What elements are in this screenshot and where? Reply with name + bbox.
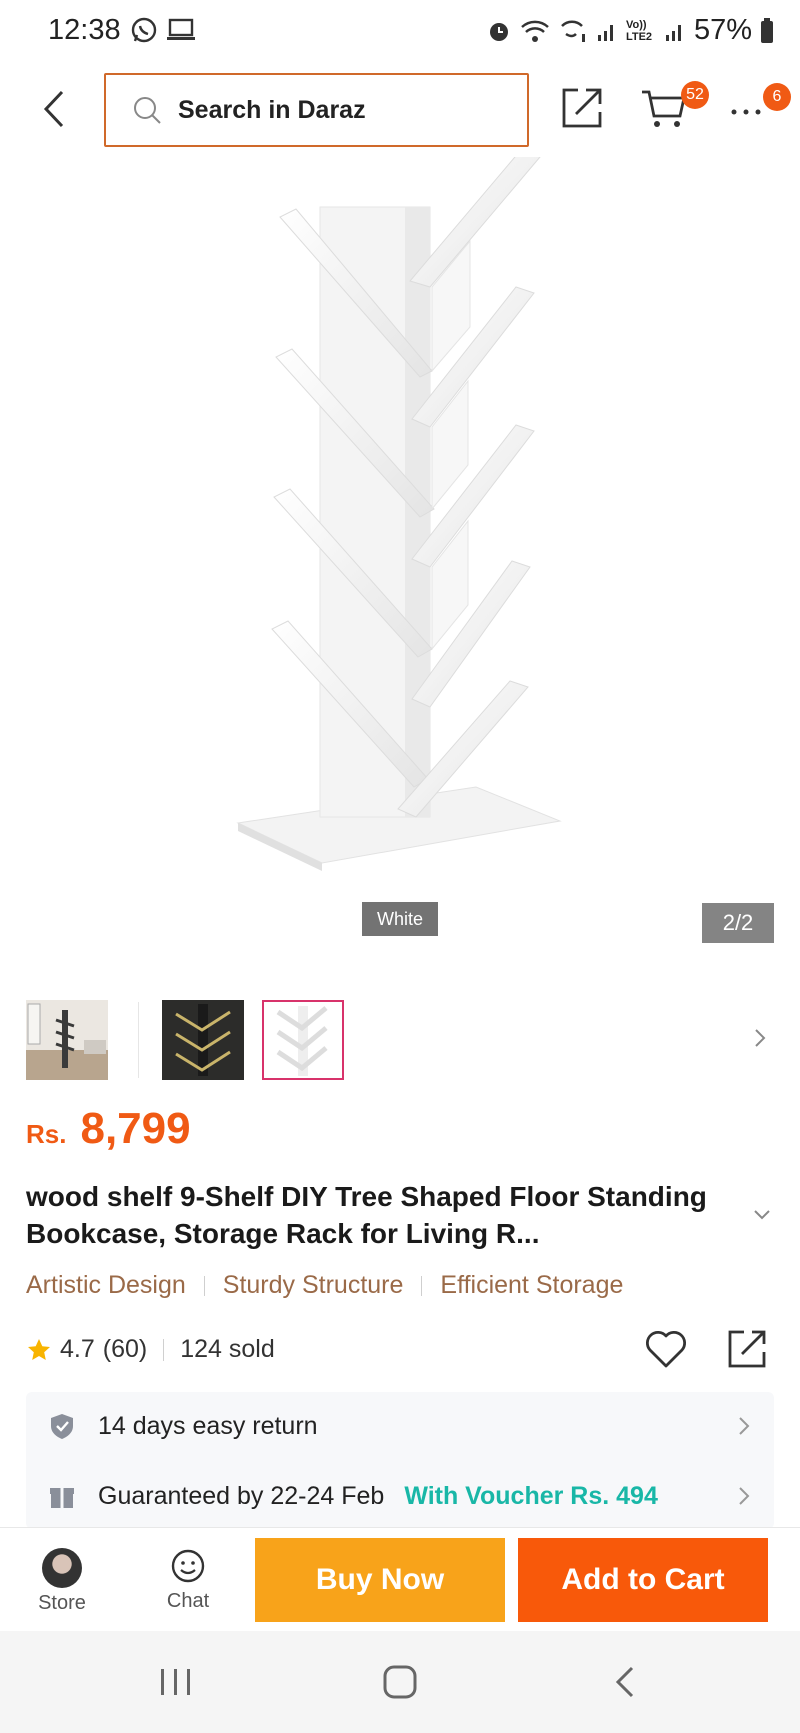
thumb-room-scene-icon bbox=[26, 1000, 108, 1080]
home-icon[interactable] bbox=[382, 1665, 418, 1699]
product-title: wood shelf 9-Shelf DIY Tree Shaped Floor… bbox=[26, 1181, 707, 1249]
add-to-cart-button[interactable]: Add to Cart bbox=[518, 1538, 768, 1622]
rating-value: 4.7 bbox=[60, 1335, 95, 1363]
delivery-row[interactable]: Guaranteed by 22-24 Feb With Voucher Rs.… bbox=[26, 1462, 774, 1530]
image-counter: 2/2 bbox=[702, 903, 774, 943]
highlight-item: Artistic Design bbox=[26, 1271, 186, 1299]
thumbnail-3[interactable] bbox=[262, 1000, 344, 1080]
gift-icon bbox=[50, 1488, 74, 1508]
network-label: Vo)) LTE2 bbox=[625, 18, 653, 43]
battery-icon bbox=[761, 17, 773, 43]
more-badge: 6 bbox=[763, 83, 791, 111]
highlight-item: Sturdy Structure bbox=[222, 1271, 404, 1299]
price-value: 8,799 bbox=[80, 1104, 191, 1153]
share-icon[interactable] bbox=[560, 86, 604, 130]
tree-bookshelf-image bbox=[236, 150, 562, 871]
wifi-icon bbox=[521, 20, 549, 42]
status-time: 12:38 bbox=[48, 14, 121, 46]
thumb-black-shelf-icon bbox=[162, 1000, 244, 1080]
chevron-down-icon[interactable] bbox=[752, 1208, 772, 1222]
laptop-icon bbox=[167, 18, 195, 40]
more-icon[interactable] bbox=[728, 96, 768, 126]
rating-count: (60) bbox=[102, 1335, 148, 1363]
chevron-right-icon[interactable] bbox=[752, 1026, 768, 1050]
wifi-calling-icon bbox=[561, 20, 585, 42]
delivery-text: Guaranteed by 22-24 Feb bbox=[98, 1481, 385, 1510]
whatsapp-icon bbox=[131, 17, 157, 43]
search-placeholder: Search in Daraz bbox=[178, 95, 366, 124]
share-icon[interactable] bbox=[726, 1328, 768, 1370]
price-currency: Rs. bbox=[26, 1119, 67, 1149]
signal-icon bbox=[597, 24, 613, 41]
cart-count-badge: 52 bbox=[681, 81, 709, 109]
back-arrow-icon[interactable] bbox=[34, 86, 74, 132]
thumbnail-1[interactable] bbox=[26, 1000, 108, 1080]
back-icon[interactable] bbox=[612, 1665, 640, 1699]
store-avatar bbox=[42, 1548, 82, 1588]
thumbnail-divider bbox=[138, 1002, 139, 1078]
top-nav: Search in Daraz 52 6 bbox=[0, 62, 800, 157]
chat-label: Chat bbox=[166, 1590, 210, 1612]
battery-percent: 57% bbox=[693, 14, 752, 46]
chat-icon bbox=[171, 1549, 205, 1583]
highlight-item: Efficient Storage bbox=[440, 1271, 624, 1299]
price: Rs. 8,799 bbox=[26, 1104, 191, 1154]
divider bbox=[203, 1275, 205, 1296]
action-bar: Store Chat Buy Now Add to Cart bbox=[0, 1527, 800, 1631]
divider bbox=[163, 1338, 165, 1361]
return-policy-row[interactable]: 14 days easy return bbox=[26, 1392, 774, 1460]
return-policy-text: 14 days easy return bbox=[98, 1411, 318, 1440]
product-image[interactable] bbox=[0, 150, 800, 957]
highlights: Artistic Design Sturdy Structure Efficie… bbox=[26, 1271, 623, 1300]
search-icon bbox=[134, 97, 161, 124]
status-bar: 12:38 Vo)) LTE2 57% bbox=[0, 0, 800, 62]
alarm-icon bbox=[489, 22, 508, 41]
shield-check-icon bbox=[51, 1414, 73, 1439]
chevron-right-icon bbox=[739, 1487, 750, 1505]
recent-apps-icon[interactable] bbox=[158, 1665, 194, 1699]
store-label: Store bbox=[38, 1592, 86, 1614]
store-button[interactable]: Store bbox=[20, 1548, 104, 1615]
chevron-right-icon bbox=[739, 1417, 750, 1435]
divider bbox=[421, 1275, 423, 1296]
system-nav-bar bbox=[0, 1631, 800, 1733]
star-icon bbox=[28, 1338, 50, 1360]
service-info-card: 14 days easy return Guaranteed by 22-24 … bbox=[26, 1392, 774, 1529]
thumbnail-2[interactable] bbox=[162, 1000, 244, 1080]
rating-row[interactable]: 4.7 (60) 124 sold bbox=[26, 1335, 275, 1364]
buy-now-button[interactable]: Buy Now bbox=[255, 1538, 505, 1622]
voucher-text: With Voucher Rs. 494 bbox=[404, 1481, 658, 1510]
chat-button[interactable]: Chat bbox=[146, 1548, 230, 1613]
variant-label: White bbox=[362, 902, 438, 936]
search-input[interactable]: Search in Daraz bbox=[104, 73, 529, 147]
thumbnail-strip bbox=[0, 996, 800, 1082]
sold-count: 124 sold bbox=[180, 1335, 275, 1363]
heart-icon[interactable] bbox=[644, 1328, 688, 1370]
signal-icon bbox=[665, 24, 681, 41]
thumb-white-shelf-icon bbox=[264, 1002, 342, 1078]
